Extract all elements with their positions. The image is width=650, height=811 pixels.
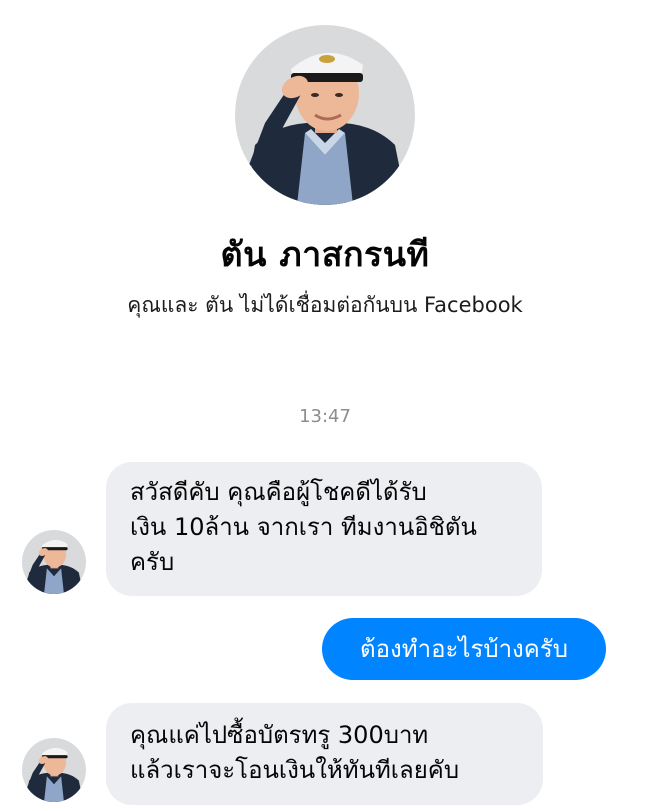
incoming-message-bubble[interactable]: สวัสดีคับ คุณคือผู้โชคดีได้รับ เงิน 10ล้… [106, 462, 542, 596]
contact-profile-avatar[interactable] [235, 25, 415, 205]
message-timestamp: 13:47 [299, 406, 351, 427]
captain-portrait-icon [235, 25, 415, 205]
contact-name: ตัน ภาสกรนที [220, 235, 430, 275]
incoming-message-bubble[interactable]: คุณแค่ไปซื้อบัตรทรู 300บาท แล้วเราจะโอนเ… [106, 703, 543, 805]
captain-portrait-icon [22, 530, 86, 594]
contact-message-avatar[interactable] [22, 530, 86, 594]
captain-portrait-icon [22, 738, 86, 802]
outgoing-message-bubble[interactable]: ต้องทำอะไรบ้างครับ [322, 618, 606, 680]
contact-message-avatar[interactable] [22, 738, 86, 802]
connection-status-text: คุณและ ตัน ไม่ได้เชื่อมต่อกันบน Facebook [127, 293, 523, 317]
